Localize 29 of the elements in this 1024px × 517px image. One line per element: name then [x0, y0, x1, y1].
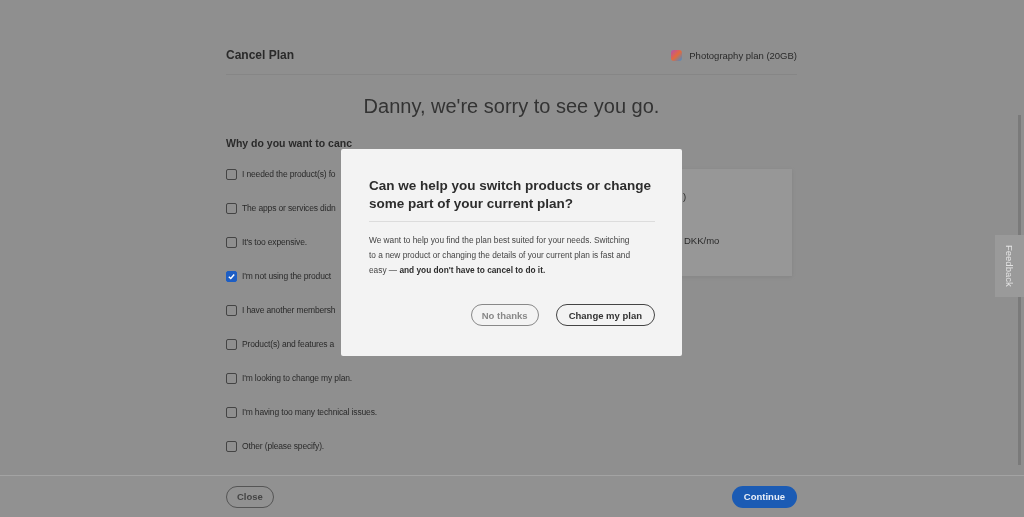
checkbox[interactable] [226, 304, 237, 316]
checkbox[interactable] [226, 406, 237, 418]
checkbox-label: Other (please specify). [242, 441, 325, 451]
checkbox[interactable] [226, 168, 237, 180]
checkbox-label: I have another membersh [242, 305, 336, 315]
checkbox-label: I needed the product(s) fo [242, 169, 336, 179]
card-text: ) [683, 191, 687, 202]
checkbox[interactable] [226, 372, 237, 384]
checkbox-label: It's too expensive. [242, 237, 307, 247]
checkbox[interactable] [226, 236, 237, 248]
page-heading: Danny, we're sorry to see you go. [362, 95, 661, 118]
checkbox-label: The apps or services didn [242, 203, 336, 213]
feedback-tab[interactable]: Feedback [995, 235, 1024, 297]
checkbox-label: I'm having too many technical issues. [242, 407, 377, 417]
continue-button[interactable]: Continue [731, 485, 797, 508]
checkbox-label: Product(s) and features a [242, 339, 335, 349]
plan-name: Photography plan (20GB) [689, 49, 797, 61]
checkbox[interactable] [226, 270, 237, 282]
checkbox[interactable] [226, 202, 237, 214]
checkbox[interactable] [226, 440, 237, 452]
question-label: Why do you want to canc [226, 137, 353, 149]
checkbox-label: I'm looking to change my plan. [242, 373, 353, 383]
dialog-text: We want to help you find the plan best suited for your needs. Switching to a new product or changing the details of your current plan is fast and easy — and you don't have to cancel to do it. [369, 234, 631, 277]
app-icon [671, 49, 683, 61]
checkbox[interactable] [226, 338, 237, 350]
card-price: DKK/mo [684, 235, 720, 246]
dialog-title: Can we help you switch products or change some part of your current plan? [369, 177, 655, 222]
checkbox-label: I'm not using the product [242, 271, 332, 281]
page-title: Cancel Plan [226, 48, 295, 62]
